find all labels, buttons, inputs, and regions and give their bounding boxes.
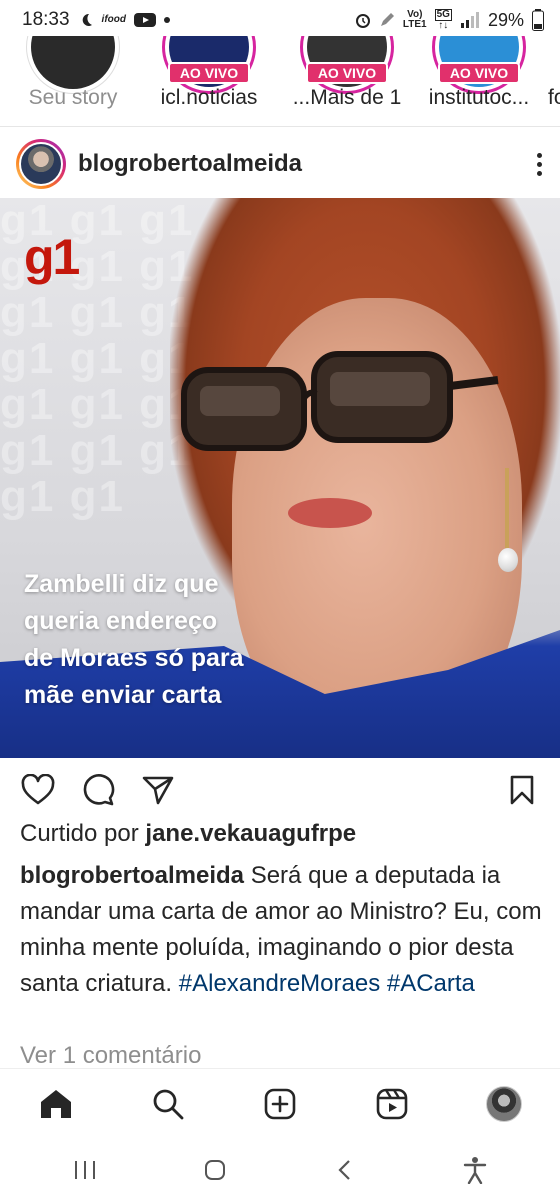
accessibility-icon[interactable] xyxy=(455,1150,495,1190)
lte-label: LTE1 xyxy=(402,19,427,30)
liked-by-user[interactable]: jane.vekauagufrpe xyxy=(145,820,356,847)
post-actions xyxy=(0,768,560,812)
comment-icon[interactable] xyxy=(80,772,116,808)
view-comments-link[interactable]: Ver 1 comentário xyxy=(20,1042,201,1066)
headline-line: de Moraes só para xyxy=(24,644,244,672)
post-username[interactable]: blogrobertoalmeida xyxy=(78,150,302,178)
stories-tray: Seu story AO VIVO icl.noticias AO VIVO .… xyxy=(0,36,560,126)
divider xyxy=(0,126,560,127)
post-caption: blogrobertoalmeida Será que a deputada i… xyxy=(20,858,545,1002)
caption-username[interactable]: blogrobertoalmeida xyxy=(20,862,244,889)
story-label: icl.noticias xyxy=(160,86,258,109)
image-headline: Zambelli diz que queria endereço de Mora… xyxy=(24,566,324,714)
signal-icon xyxy=(460,11,480,29)
youtube-icon xyxy=(133,12,156,28)
system-status: Vo) LTE1 5G ↑↓ 29% xyxy=(355,9,544,31)
home-button-icon[interactable] xyxy=(195,1150,235,1190)
likes-line: Curtido por jane.vekauagufrpe xyxy=(20,820,540,848)
live-badge: AO VIVO xyxy=(168,62,250,84)
bottom-navigation xyxy=(0,1068,560,1138)
liked-by-prefix: Curtido por xyxy=(20,820,139,847)
alarm-icon xyxy=(355,11,371,29)
headline-line: mãe enviar carta xyxy=(24,681,222,709)
like-icon[interactable] xyxy=(20,772,56,808)
story-fo[interactable]: fo xyxy=(544,36,560,126)
status-bar: 18:33 ifood Vo) LTE1 5G ↑↓ 29% xyxy=(0,0,560,40)
system-navigation xyxy=(0,1140,560,1200)
photo-pearl xyxy=(498,548,518,572)
network-indicator: 5G ↑↓ xyxy=(434,9,452,31)
more-options-icon[interactable] xyxy=(534,152,544,176)
battery-percent: 29% xyxy=(487,9,524,30)
share-icon[interactable] xyxy=(140,772,176,808)
data-arrows-icon: ↑↓ xyxy=(438,20,449,31)
post-avatar[interactable] xyxy=(16,139,66,189)
story-label: ...Mais de 1 xyxy=(292,86,402,109)
back-icon[interactable] xyxy=(325,1150,365,1190)
moon-icon xyxy=(78,12,94,28)
ifood-icon: ifood xyxy=(101,14,126,25)
volte-indicator: Vo) LTE1 xyxy=(403,10,427,30)
headline-line: queria endereço xyxy=(24,607,218,635)
recent-apps-icon[interactable] xyxy=(65,1150,105,1190)
home-icon[interactable] xyxy=(36,1084,76,1124)
post-image[interactable]: g1 g1 g1 g1 g1 g1 g1 g1 g1 g1 g1 g1 g1 g… xyxy=(0,198,560,758)
live-badge: AO VIVO xyxy=(306,62,388,84)
new-post-icon[interactable] xyxy=(260,1084,300,1124)
story-icl-noticias[interactable]: AO VIVO icl.noticias xyxy=(144,36,274,126)
pen-icon xyxy=(379,12,395,28)
profile-avatar[interactable] xyxy=(484,1084,524,1124)
caption-hashtags[interactable]: #AlexandreMoraes #ACarta xyxy=(179,970,475,997)
reels-icon[interactable] xyxy=(372,1084,412,1124)
photo-sunglasses xyxy=(181,351,499,451)
dot-icon xyxy=(163,17,170,23)
clock: 18:33 xyxy=(22,9,70,30)
story-mais-de-1[interactable]: AO VIVO ...Mais de 1 xyxy=(282,36,412,126)
headline-line: Zambelli diz que xyxy=(24,570,219,598)
battery-icon xyxy=(532,9,544,31)
story-label: institutoc... xyxy=(428,86,530,109)
g1-logo: g1 xyxy=(24,229,80,285)
photo-earring xyxy=(505,468,509,548)
search-icon[interactable] xyxy=(148,1084,188,1124)
notification-icons: ifood xyxy=(78,12,170,28)
save-icon[interactable] xyxy=(504,772,540,808)
photo-lips xyxy=(288,498,372,528)
story-label: fo xyxy=(548,86,560,109)
story-label: Seu story xyxy=(28,86,118,109)
story-institutoc[interactable]: AO VIVO institutoc... xyxy=(414,36,544,126)
post-header: blogrobertoalmeida xyxy=(0,136,560,192)
live-badge: AO VIVO xyxy=(438,62,520,84)
story-own[interactable]: Seu story xyxy=(8,36,138,126)
